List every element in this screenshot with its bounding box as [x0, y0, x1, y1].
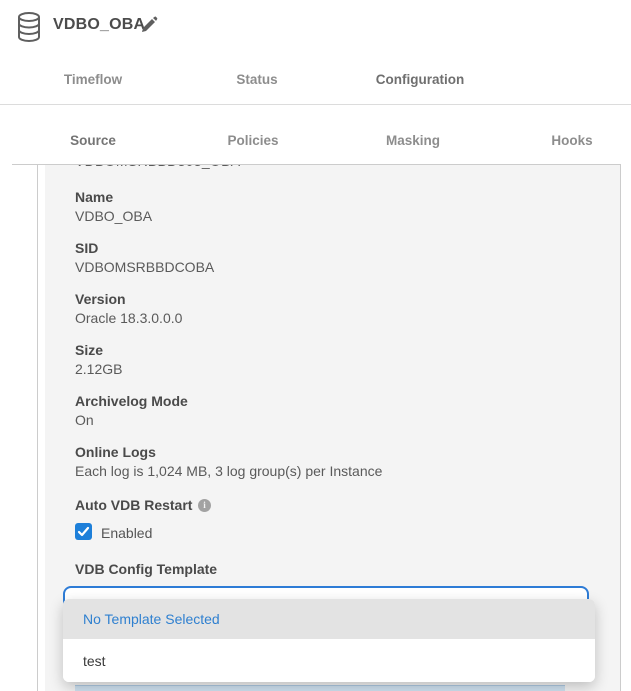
field-name-value: VDBO_OBA [75, 208, 595, 224]
field-version-label: Version [75, 291, 595, 307]
field-online-logs-value: Each log is 1,024 MB, 3 log group(s) per… [75, 463, 595, 479]
clipped-scrolled-value: VDBOMSRBBD303_OBA [75, 165, 375, 171]
panel-left-border [37, 164, 38, 691]
header-divider [0, 104, 631, 105]
subtab-hooks[interactable]: Hooks [551, 133, 592, 148]
window-header: VDBO_OBA [0, 0, 631, 56]
enabled-checkbox-label: Enabled [101, 525, 152, 541]
subtab-policies[interactable]: Policies [227, 133, 278, 148]
field-sid-label: SID [75, 240, 595, 256]
dropdown-option-no-template[interactable]: No Template Selected [63, 599, 595, 639]
tab-configuration[interactable]: Configuration [376, 72, 464, 87]
field-name: Name VDBO_OBA [75, 189, 595, 224]
vdb-config-template-label: VDB Config Template [75, 561, 217, 577]
field-size-value: 2.12GB [75, 361, 595, 377]
field-archivelog-mode: Archivelog Mode On [75, 393, 595, 428]
page-title: VDBO_OBA [53, 16, 145, 34]
auto-vdb-restart-label: Auto VDB Restart [75, 497, 192, 513]
field-name-label: Name [75, 189, 595, 205]
field-sid-value: VDBOMSRBBDCOBA [75, 259, 595, 275]
next-section-header-bar[interactable] [75, 685, 565, 691]
vdb-config-template-dropdown: No Template Selected test [63, 599, 595, 682]
field-sid: SID VDBOMSRBBDCOBA [75, 240, 595, 275]
panel-right-border [620, 164, 621, 691]
info-icon[interactable]: i [198, 499, 211, 512]
field-online-logs-label: Online Logs [75, 444, 595, 460]
database-icon [17, 12, 41, 42]
field-archivelog-mode-value: On [75, 412, 595, 428]
field-archivelog-mode-label: Archivelog Mode [75, 393, 595, 409]
tab-status[interactable]: Status [236, 72, 277, 87]
field-version-value: Oracle 18.3.0.0.0 [75, 310, 595, 326]
subtab-source[interactable]: Source [70, 133, 116, 148]
configuration-sub-tab-bar: Source Policies Masking Hooks [0, 133, 631, 151]
field-version: Version Oracle 18.3.0.0.0 [75, 291, 595, 326]
field-online-logs: Online Logs Each log is 1,024 MB, 3 log … [75, 444, 595, 479]
checkmark-icon [77, 525, 90, 538]
main-tab-bar: Timeflow Status Configuration [0, 72, 631, 92]
tab-timeflow[interactable]: Timeflow [64, 72, 122, 87]
field-size-label: Size [75, 342, 595, 358]
edit-pencil-icon[interactable] [140, 16, 158, 34]
field-size: Size 2.12GB [75, 342, 595, 377]
dropdown-option-test[interactable]: test [63, 639, 595, 682]
enabled-checkbox[interactable] [75, 523, 92, 540]
subtab-masking[interactable]: Masking [386, 133, 440, 148]
